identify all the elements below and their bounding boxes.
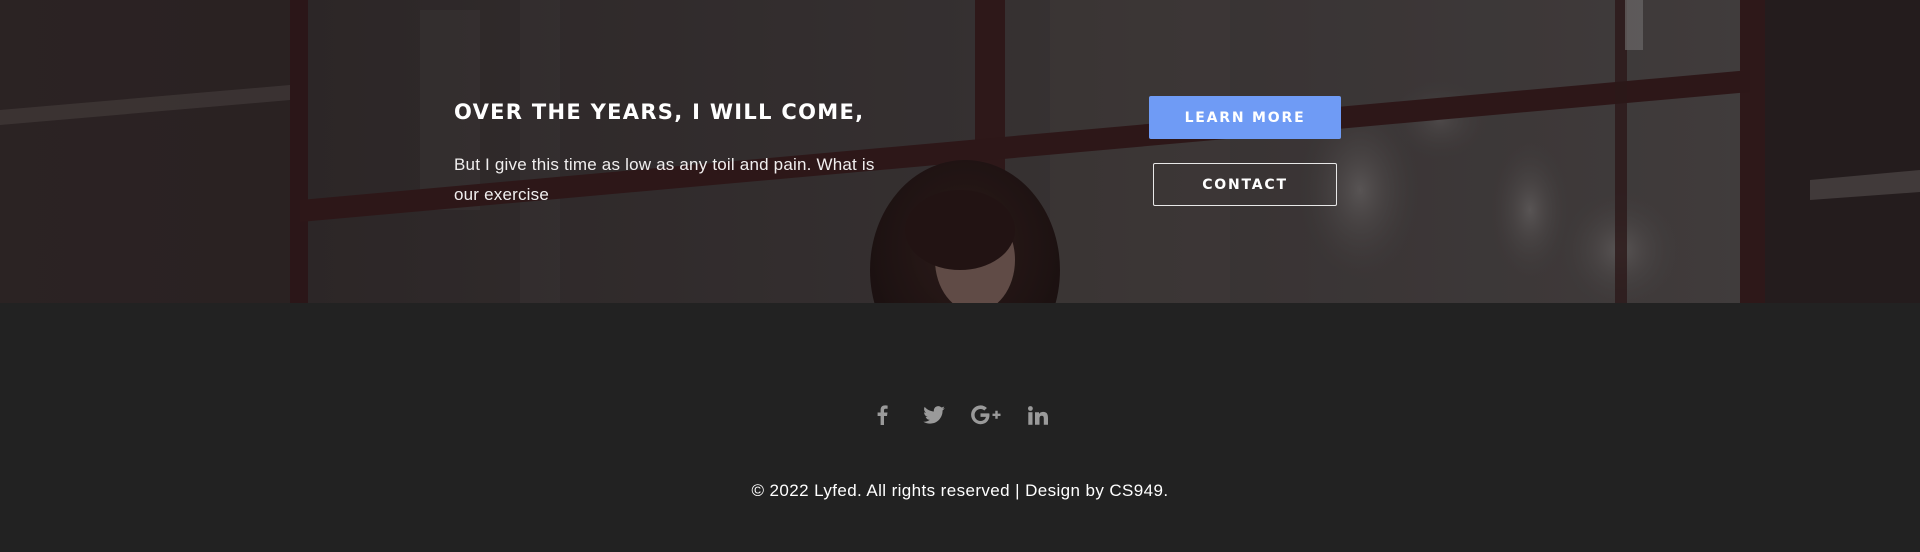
cta-title: OVER THE YEARS, I WILL COME, (454, 100, 865, 124)
facebook-link[interactable] (856, 400, 908, 430)
copyright-text: © 2022 Lyfed. All rights reserved | Desi… (751, 481, 1169, 500)
linkedin-link[interactable] (1012, 400, 1064, 430)
facebook-icon (877, 405, 888, 425)
twitter-link[interactable] (908, 400, 960, 430)
hero-overlay (0, 0, 1920, 303)
google-plus-link[interactable] (960, 400, 1012, 430)
google-plus-icon (971, 405, 1001, 425)
twitter-icon (923, 406, 945, 424)
contact-button[interactable]: CONTACT (1153, 163, 1337, 206)
linkedin-icon (1028, 405, 1048, 425)
cta-text: But I give this time as low as any toil … (454, 155, 875, 204)
cta-banner: OVER THE YEARS, I WILL COME, But I give … (0, 0, 1920, 303)
social-links (0, 400, 1920, 430)
learn-more-button[interactable]: LEARN MORE (1149, 96, 1341, 139)
